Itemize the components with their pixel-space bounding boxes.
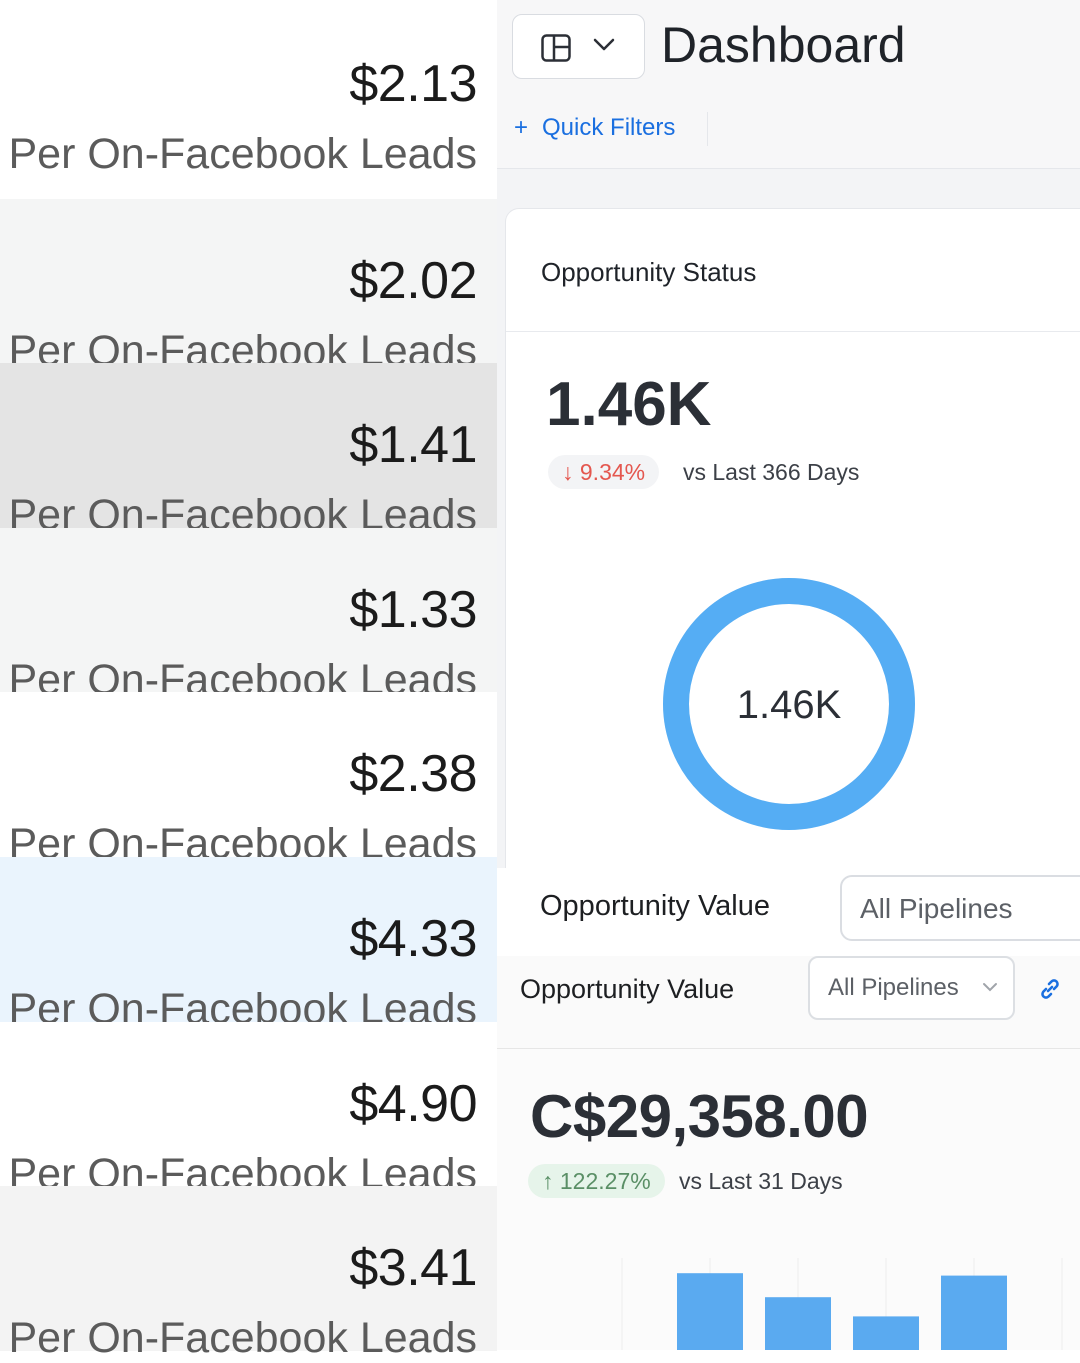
card-title: Opportunity Value xyxy=(540,890,770,922)
cost-per-lead-item: $4.90 Per On-Facebook Leads xyxy=(0,1021,497,1198)
chevron-down-icon xyxy=(983,983,997,992)
cost-per-lead-label: Per On-Facebook Leads xyxy=(8,1314,478,1363)
cost-per-lead-price: $4.90 xyxy=(349,1074,477,1133)
opportunity-count: 1.46K xyxy=(546,370,712,439)
chevron-down-icon xyxy=(593,38,615,51)
dashboard-panel: Dashboard + Quick Filters Opportunity Sta… xyxy=(497,0,1080,1350)
opportunity-value-amount: C$29,358.00 xyxy=(530,1083,869,1150)
cost-per-lead-item: $2.02 Per On-Facebook Leads xyxy=(0,198,497,375)
opportunity-value-header-secondary: Opportunity Value All Pipelines xyxy=(497,956,1080,1049)
quick-filters-label: Quick Filters xyxy=(542,114,676,141)
cost-per-lead-price: $2.13 xyxy=(349,55,477,113)
bar[interactable] xyxy=(677,1273,743,1350)
pipeline-select[interactable]: All Pipelines xyxy=(808,956,1015,1020)
link-icon[interactable] xyxy=(1037,976,1063,1002)
cost-per-lead-item: $3.41 Per On-Facebook Leads xyxy=(0,1186,497,1362)
card-header: Opportunity Status xyxy=(506,209,1080,332)
delta-value: 122.27% xyxy=(559,1168,651,1194)
quick-filters-button[interactable]: + Quick Filters xyxy=(514,114,675,142)
bar[interactable] xyxy=(853,1316,919,1350)
opportunity-value-bar-chart xyxy=(621,1258,1063,1350)
cost-per-lead-price: $1.33 xyxy=(349,580,477,639)
opportunity-value-header: Opportunity Value All Pipelines xyxy=(497,868,1080,956)
donut-chart: 1.46K xyxy=(663,578,915,830)
cost-per-lead-item: $1.41 Per On-Facebook Leads xyxy=(0,363,497,539)
comparison-text: vs Last 31 Days xyxy=(679,1168,843,1194)
cost-per-lead-label: Per On-Facebook Leads xyxy=(8,130,478,178)
arrow-up-icon: ↑ xyxy=(542,1168,554,1194)
delta-badge: ↑ 122.27% xyxy=(528,1164,665,1198)
dashboard-header: Dashboard + Quick Filters xyxy=(497,0,1080,169)
donut-center-label: 1.46K xyxy=(737,683,842,727)
cost-per-lead-list: $2.13 Per On-Facebook Leads $2.02 Per On-Fa… xyxy=(0,0,497,1362)
cost-per-lead-item: $4.33 Per On-Facebook Leads xyxy=(0,857,497,1033)
cost-per-lead-price: $1.41 xyxy=(349,416,477,475)
delta-value: 9.34% xyxy=(579,459,646,485)
card-title: Opportunity Value xyxy=(520,974,735,1004)
layout-switcher-button[interactable] xyxy=(512,14,645,79)
card-title: Opportunity Status xyxy=(541,257,757,287)
cost-per-lead-item: $1.33 Per On-Facebook Leads xyxy=(0,527,497,704)
plus-icon: + xyxy=(514,114,529,141)
cost-per-lead-price: $2.38 xyxy=(349,745,477,804)
pipeline-select[interactable]: All Pipelines xyxy=(840,875,1080,941)
cost-per-lead-price: $2.02 xyxy=(349,251,477,310)
divider xyxy=(707,112,708,146)
cost-per-lead-price: $3.41 xyxy=(349,1239,477,1298)
delta-badge: ↓ 9.34% xyxy=(548,455,660,489)
bar[interactable] xyxy=(941,1275,1007,1350)
arrow-down-icon: ↓ xyxy=(562,459,574,485)
opportunity-value-section: Opportunity Value All Pipelines Opportun… xyxy=(497,868,1080,1350)
bar[interactable] xyxy=(765,1297,831,1350)
comparison-text: vs Last 366 Days xyxy=(683,459,860,485)
cost-per-lead-price: $4.33 xyxy=(349,910,477,968)
pipeline-select-value: All Pipelines xyxy=(860,893,1013,924)
pipeline-select-value: All Pipelines xyxy=(828,974,959,1001)
cost-per-lead-item: $2.38 Per On-Facebook Leads xyxy=(0,692,497,868)
cost-per-lead-item: $2.13 Per On-Facebook Leads xyxy=(0,0,497,198)
layout-grid-icon xyxy=(541,34,571,62)
page-title: Dashboard xyxy=(661,17,906,73)
opportunity-status-card: Opportunity Status 1.46K ↓ 9.34% vs Last… xyxy=(505,208,1080,890)
